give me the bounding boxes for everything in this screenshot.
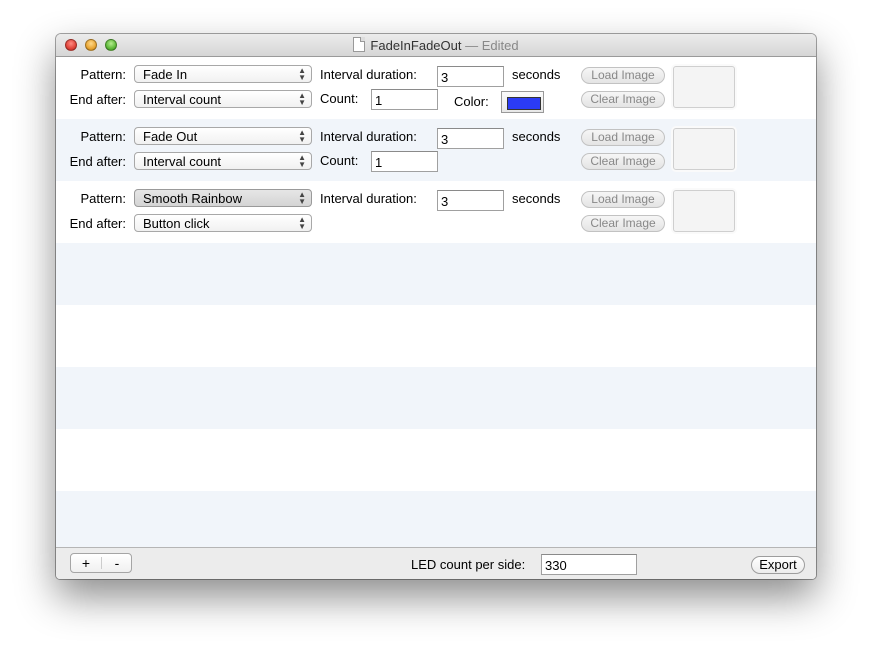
stepper-arrows-icon: ▲ ▼ (298, 153, 306, 169)
clear-image-button[interactable]: Clear Image (581, 91, 665, 108)
interval-duration-label: Interval duration: (320, 67, 417, 82)
stepper-arrows-icon: ▲ ▼ (298, 128, 306, 144)
pattern-row: Pattern: Fade In ▲ ▼ End after: Interval … (56, 57, 816, 119)
load-image-button[interactable]: Load Image (581, 67, 665, 84)
export-button[interactable]: Export (751, 556, 805, 574)
end-after-popup[interactable]: Button click ▲ ▼ (134, 214, 312, 232)
pattern-value: Fade In (143, 67, 188, 82)
empty-row (56, 491, 816, 547)
count-field[interactable]: 1 (371, 151, 438, 172)
count-label: Count: (320, 91, 359, 106)
color-swatch (507, 97, 541, 110)
empty-row (56, 367, 816, 429)
pattern-popup[interactable]: Smooth Rainbow ▲ ▼ (134, 189, 312, 207)
seconds-label: seconds (512, 129, 561, 144)
remove-row-button[interactable]: - (102, 555, 132, 571)
color-well[interactable] (501, 91, 544, 113)
pattern-row: Pattern: Smooth Rainbow ▲ ▼ End after: Bu… (56, 181, 816, 243)
seconds-label: seconds (512, 67, 561, 82)
pattern-label: Pattern: (80, 191, 126, 206)
clear-image-button[interactable]: Clear Image (581, 153, 665, 170)
load-image-button[interactable]: Load Image (581, 129, 665, 146)
interval-duration-field[interactable]: 3 (437, 66, 504, 87)
end-after-label: End after: (69, 154, 126, 169)
pattern-label: Pattern: (80, 129, 126, 144)
window-title: FadeInFadeOut — Edited (56, 37, 816, 53)
pattern-popup[interactable]: Fade Out ▲ ▼ (134, 127, 312, 145)
image-well[interactable] (673, 190, 735, 232)
title-text: FadeInFadeOut (370, 38, 462, 53)
interval-duration-label: Interval duration: (320, 191, 417, 206)
image-well[interactable] (673, 66, 735, 108)
app-window: FadeInFadeOut — Edited Pattern: Fade In … (56, 34, 816, 579)
pattern-label: Pattern: (80, 67, 126, 82)
empty-row (56, 429, 816, 491)
count-field[interactable]: 1 (371, 89, 438, 110)
load-image-button[interactable]: Load Image (581, 191, 665, 208)
color-label: Color: (454, 94, 489, 109)
add-remove-segmented-control: + - (70, 553, 132, 573)
end-after-value: Interval count (143, 92, 222, 107)
bottom-bar: + - LED count per side: 330 Export (56, 547, 816, 579)
end-after-popup[interactable]: Interval count ▲ ▼ (134, 90, 312, 108)
interval-duration-field[interactable]: 3 (437, 128, 504, 149)
stepper-arrows-icon: ▲ ▼ (298, 190, 306, 206)
pattern-value: Fade Out (143, 129, 198, 144)
pattern-value: Smooth Rainbow (143, 191, 242, 206)
end-after-value: Button click (143, 216, 210, 231)
pattern-row: Pattern: Fade Out ▲ ▼ End after: Interval… (56, 119, 816, 181)
led-count-field[interactable]: 330 (541, 554, 637, 575)
interval-duration-label: Interval duration: (320, 129, 417, 144)
empty-row (56, 305, 816, 367)
empty-row (56, 243, 816, 305)
document-icon (353, 37, 366, 52)
count-label: Count: (320, 153, 359, 168)
seconds-label: seconds (512, 191, 561, 206)
stepper-arrows-icon: ▲ ▼ (298, 91, 306, 107)
clear-image-button[interactable]: Clear Image (581, 215, 665, 232)
interval-duration-field[interactable]: 3 (437, 190, 504, 211)
add-row-button[interactable]: + (71, 555, 101, 571)
end-after-label: End after: (69, 216, 126, 231)
pattern-popup[interactable]: Fade In ▲ ▼ (134, 65, 312, 83)
led-count-label: LED count per side: (411, 557, 526, 572)
stepper-arrows-icon: ▲ ▼ (298, 66, 306, 82)
pattern-list: Pattern: Fade In ▲ ▼ End after: Interval … (56, 57, 816, 547)
edited-indicator: — Edited (461, 38, 519, 53)
end-after-value: Interval count (143, 154, 222, 169)
title-bar[interactable]: FadeInFadeOut — Edited (56, 34, 816, 57)
end-after-label: End after: (69, 92, 126, 107)
stepper-arrows-icon: ▲ ▼ (298, 215, 306, 231)
end-after-popup[interactable]: Interval count ▲ ▼ (134, 152, 312, 170)
image-well[interactable] (673, 128, 735, 170)
